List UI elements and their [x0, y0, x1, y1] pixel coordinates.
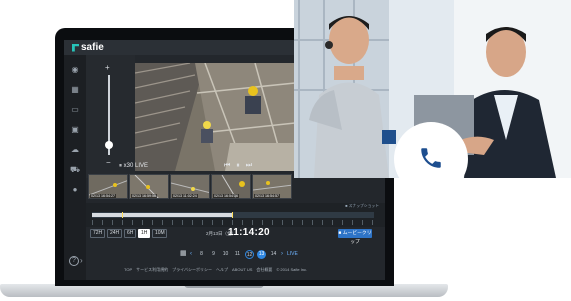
- chevron-right-icon[interactable]: ›: [80, 256, 83, 265]
- zoom-plus[interactable]: +: [105, 63, 110, 72]
- help-icon[interactable]: ?: [69, 256, 79, 266]
- day-10[interactable]: 10: [221, 250, 230, 259]
- playback-speed-and-live[interactable]: ⏸ x30 LIVE: [119, 163, 148, 170]
- camera-icon[interactable]: ◉: [70, 65, 80, 75]
- calendar-icon[interactable]: ▦: [180, 249, 187, 257]
- film-icon[interactable]: ▭: [70, 105, 80, 115]
- thumbnail-4[interactable]: 02/13 16:54:36: [211, 174, 251, 199]
- chevron-right-icon[interactable]: ›: [281, 250, 283, 259]
- pager-live[interactable]: LIVE: [287, 250, 298, 259]
- sidebar: ◉ ▦ ▭ ▣ ☁ ⛟ ● ? ›: [64, 55, 86, 280]
- zoom-slider-handle[interactable]: [105, 141, 113, 149]
- snapshot-label[interactable]: ■ スナップショット: [345, 204, 379, 209]
- current-time: 11:14:20: [228, 227, 270, 238]
- range-button-72h[interactable]: 72H: [90, 229, 105, 238]
- thumbnail-caption: 02/13 16:54:36: [213, 194, 239, 198]
- safie-logo-icon: [72, 43, 79, 52]
- day-13[interactable]: 13: [257, 250, 266, 259]
- recorded-range: [92, 213, 232, 217]
- day-9[interactable]: 9: [209, 250, 218, 259]
- day-14[interactable]: 14: [269, 250, 278, 259]
- car-icon[interactable]: ⛟: [70, 165, 80, 175]
- speed-label: x30: [123, 163, 134, 169]
- construction-scene-image: [135, 63, 295, 171]
- logo-text: safie: [81, 42, 104, 53]
- footer-links[interactable]: TOP サービス利用規約 プライバシーポリシー ヘルプ ABOUT US 会社概…: [124, 267, 307, 273]
- range-button-24h[interactable]: 24H: [107, 229, 122, 238]
- range-button-1h[interactable]: 1H: [138, 229, 150, 238]
- timeline-bar[interactable]: [92, 212, 374, 218]
- timeline-marker: [122, 212, 123, 218]
- day-8[interactable]: 8: [197, 250, 206, 259]
- thumbnail-caption: 02/13 16:54:27: [90, 194, 116, 198]
- thumbnail-caption: 02/13 16:54:57: [254, 194, 280, 198]
- calendar-icon[interactable]: ▦: [70, 85, 80, 95]
- movie-clip-button[interactable]: ■ ムービークリップ: [338, 229, 372, 245]
- timeline-marker: [232, 212, 233, 218]
- cloud-icon[interactable]: ☁: [70, 145, 80, 155]
- thumbnail-caption: 02/13 16:59:56: [131, 194, 157, 198]
- date-pager: ▦ ‹ 8 9 10 11 12 13 14 › LIVE: [86, 247, 385, 261]
- playback-controls: ⏸ x30 LIVE ⏮ ⏸ ⏭: [86, 161, 295, 173]
- range-button-6h[interactable]: 6H: [124, 229, 136, 238]
- zoom-panel: + −: [86, 55, 135, 178]
- image-icon[interactable]: ▣: [70, 125, 80, 135]
- live-label: LIVE: [135, 163, 149, 169]
- day-11[interactable]: 11: [233, 250, 242, 259]
- phone-icon: [421, 148, 441, 168]
- thumbnail-1[interactable]: 02/13 16:54:27: [88, 174, 128, 199]
- camera-video[interactable]: [135, 63, 295, 171]
- safie-logo[interactable]: safie: [72, 42, 104, 53]
- timeline-ticks: [92, 220, 374, 225]
- thumbnail-5[interactable]: 02/13 16:54:57: [252, 174, 292, 199]
- range-controls: 72H 24H 6H 1H 10M 2月13日（金） 11:14:20 ■ ムー…: [86, 227, 385, 245]
- chevron-left-icon[interactable]: ‹: [190, 250, 192, 259]
- user-icon[interactable]: ●: [70, 185, 80, 195]
- transport-buttons[interactable]: ⏮ ⏸ ⏭: [224, 162, 254, 170]
- thumbnail-caption: 02/13 11:02:24: [172, 194, 198, 198]
- day-12[interactable]: 12: [245, 250, 254, 259]
- thumbnail-2[interactable]: 02/13 16:59:56: [129, 174, 169, 199]
- thumbnail-3[interactable]: 02/13 11:02:24: [170, 174, 210, 199]
- range-button-10m[interactable]: 10M: [152, 229, 167, 238]
- timeline[interactable]: ■ スナップショット: [86, 203, 385, 227]
